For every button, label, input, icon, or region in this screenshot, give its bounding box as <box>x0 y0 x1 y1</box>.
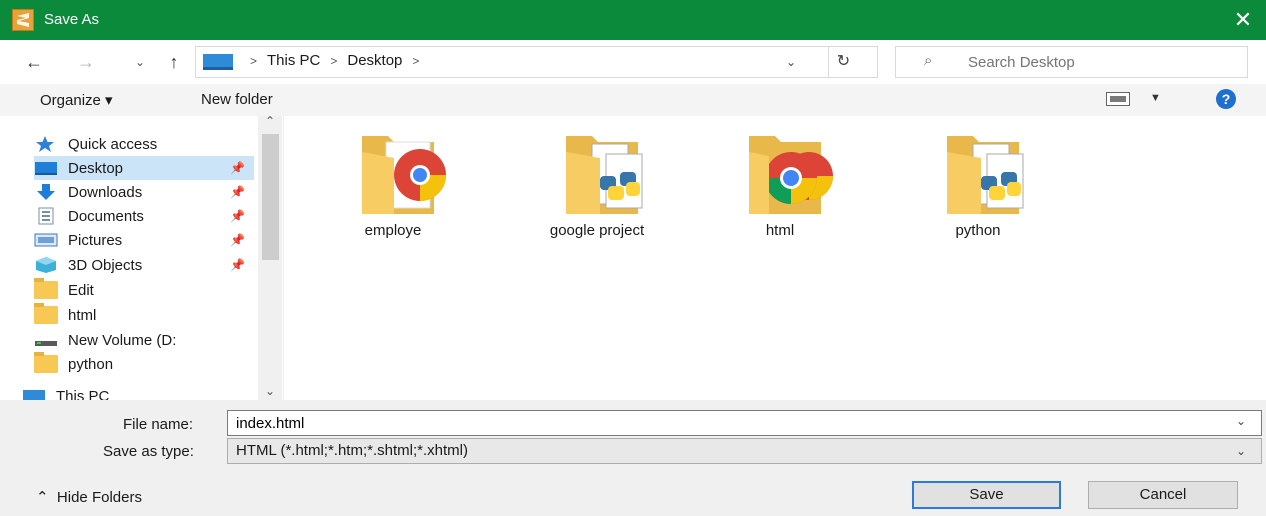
hide-folders-button[interactable]: ⌃ Hide Folders <box>36 488 142 506</box>
file-item-html[interactable]: html <box>705 124 855 244</box>
nav-item-new-volume[interactable]: New Volume (D: <box>34 328 254 352</box>
filename-input[interactable] <box>227 410 1262 436</box>
this-pc-icon <box>22 387 46 400</box>
drive-icon <box>34 331 58 349</box>
desktop-icon <box>34 159 58 177</box>
folder-icon <box>34 352 58 373</box>
file-name: google project <box>549 222 645 239</box>
download-arrow-icon <box>34 183 58 201</box>
file-item-employe[interactable]: employe <box>318 124 468 244</box>
nav-scrollbar-thumb[interactable] <box>262 134 279 260</box>
chevron-down-icon[interactable]: ▼ <box>1150 92 1161 104</box>
pin-icon[interactable]: 📌 <box>230 258 245 272</box>
scroll-up-icon[interactable]: ⌃ <box>260 114 280 132</box>
nav-item-edit[interactable]: Edit <box>34 278 254 302</box>
organize-button[interactable]: Organize ▾ <box>40 91 113 109</box>
nav-item-this-pc[interactable]: This PC <box>22 384 242 400</box>
hide-folders-label: Hide Folders <box>56 489 142 506</box>
pin-icon[interactable]: 📌 <box>230 185 245 199</box>
nav-item-label: Downloads <box>68 183 143 201</box>
star-icon <box>34 135 58 153</box>
folder-python-icon <box>947 136 1024 214</box>
file-name: python <box>955 222 1001 239</box>
pin-icon[interactable]: 📌 <box>230 233 245 247</box>
breadcrumb-this-pc[interactable]: This PC <box>267 52 320 69</box>
file-name: html <box>765 222 795 239</box>
nav-item-pictures[interactable]: Pictures 📌 <box>34 228 254 252</box>
savetype-select[interactable]: HTML (*.html;*.htm;*.shtml;*.xhtml) <box>227 438 1262 464</box>
3d-objects-icon <box>34 256 58 274</box>
this-pc-icon <box>203 54 233 70</box>
chevron-down-icon[interactable]: ⌄ <box>780 52 802 72</box>
folder-icon <box>34 278 58 299</box>
refresh-icon[interactable]: ↻ <box>828 47 858 77</box>
nav-item-desktop[interactable]: Desktop 📌 <box>34 156 254 180</box>
forward-arrow-icon[interactable]: → <box>74 50 98 74</box>
app-icon <box>12 9 34 31</box>
save-button[interactable]: Save <box>912 481 1061 509</box>
folder-icon <box>34 303 58 324</box>
folder-python-icon <box>566 136 643 214</box>
cancel-button[interactable]: Cancel <box>1088 481 1238 509</box>
breadcrumb-desktop[interactable]: Desktop <box>347 52 402 69</box>
nav-item-3d-objects[interactable]: 3D Objects 📌 <box>34 253 254 277</box>
nav-item-label: This PC <box>56 387 110 401</box>
breadcrumb: > This PC > Desktop > <box>240 52 429 69</box>
nav-item-label: 3D Objects <box>68 256 143 274</box>
nav-item-label: Pictures <box>68 231 123 249</box>
nav-item-label: html <box>68 306 97 324</box>
pictures-icon <box>34 231 58 249</box>
chevron-right-icon[interactable]: > <box>412 54 419 68</box>
chevron-down-icon[interactable]: ⌄ <box>1236 444 1246 458</box>
nav-item-label: New Volume (D: <box>68 331 177 349</box>
command-toolbar <box>0 84 1266 116</box>
close-icon[interactable]: ✕ <box>1228 6 1258 34</box>
folder-chrome-icon <box>749 136 833 214</box>
nav-item-label: python <box>68 355 114 373</box>
nav-item-label: Documents <box>68 207 144 225</box>
nav-item-documents[interactable]: Documents 📌 <box>34 204 254 228</box>
savetype-label: Save as type: <box>103 443 194 460</box>
file-item-python[interactable]: python <box>903 124 1053 244</box>
up-arrow-icon[interactable]: ↑ <box>162 50 186 74</box>
file-name: employe <box>364 222 422 239</box>
nav-item-python[interactable]: python <box>34 352 254 376</box>
chevron-down-icon[interactable]: ⌄ <box>1236 414 1246 428</box>
window-title: Save As <box>44 11 100 28</box>
title-bar <box>0 0 1266 40</box>
chevron-up-icon: ⌃ <box>36 489 49 506</box>
search-icon: ⌕ <box>924 52 933 69</box>
recent-locations-chevron-icon[interactable]: ⌄ <box>128 50 152 74</box>
back-arrow-icon[interactable]: ← <box>22 50 46 74</box>
nav-item-label: Edit <box>68 281 94 299</box>
filename-label: File name: <box>123 416 194 433</box>
documents-icon <box>34 207 58 225</box>
view-options-icon[interactable] <box>1106 92 1130 106</box>
nav-item-quick-access[interactable]: Quick access <box>34 132 254 156</box>
chevron-right-icon[interactable]: > <box>250 54 257 68</box>
nav-item-html[interactable]: html <box>34 303 254 327</box>
chevron-right-icon[interactable]: > <box>330 54 337 68</box>
help-icon[interactable]: ? <box>1216 89 1236 109</box>
nav-item-downloads[interactable]: Downloads 📌 <box>34 180 254 204</box>
pin-icon[interactable]: 📌 <box>230 209 245 223</box>
nav-item-label: Quick access <box>68 135 158 153</box>
nav-item-label: Desktop <box>68 159 124 177</box>
navigation-pane: Quick access Desktop 📌 Downloads 📌 Docum… <box>0 116 283 400</box>
folder-chrome-icon <box>362 136 446 214</box>
file-item-google-project[interactable]: google project <box>522 124 672 244</box>
search-input[interactable] <box>968 53 1238 71</box>
new-folder-button[interactable]: New folder <box>201 91 273 108</box>
pin-icon[interactable]: 📌 <box>230 161 245 175</box>
